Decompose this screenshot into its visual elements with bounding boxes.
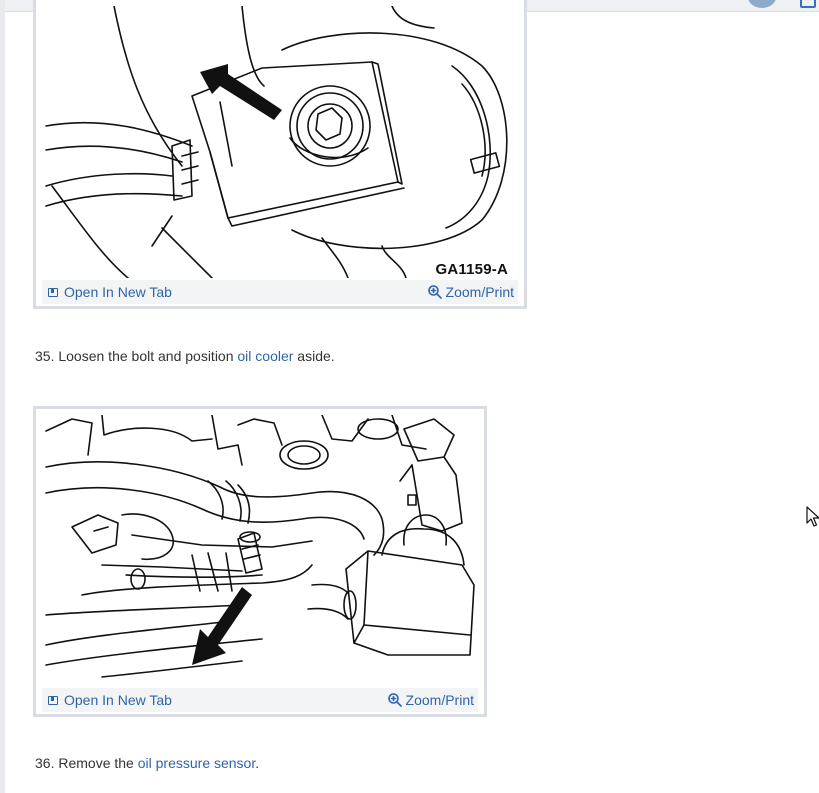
- zoom-print-label: Zoom/Print: [445, 284, 514, 300]
- oil-pressure-sensor-link[interactable]: oil pressure sensor: [138, 755, 256, 771]
- zoom-print-link[interactable]: Zoom/Print: [387, 692, 474, 708]
- figure-image[interactable]: [42, 6, 518, 278]
- step-text: Loosen the bolt and position: [58, 348, 238, 364]
- open-in-new-tab-label: Open In New Tab: [64, 692, 172, 708]
- open-in-new-tab-link[interactable]: Open In New Tab: [48, 284, 172, 300]
- figure-footer: Open In New Tab Zoom/Print: [42, 280, 518, 304]
- oil-cooler-bolt-illustration: [45, 6, 508, 278]
- zoom-print-link[interactable]: Zoom/Print: [427, 284, 514, 300]
- figure-image[interactable]: [42, 415, 478, 687]
- zoom-in-icon: [427, 285, 442, 299]
- open-in-new-tab-link[interactable]: Open In New Tab: [48, 692, 172, 708]
- step-text-end: .: [255, 755, 260, 771]
- figure-code-label: GA1159-A: [435, 261, 508, 278]
- oil-cooler-link[interactable]: oil cooler: [237, 348, 293, 364]
- left-edge-strip: [0, 0, 5, 793]
- instruction-step-35: 35. Loosen the bolt and position oil coo…: [35, 348, 335, 364]
- avatar[interactable]: [748, 0, 776, 8]
- figure-oil-pressure-sensor: Open In New Tab Zoom/Print: [33, 406, 487, 717]
- open-in-new-tab-label: Open In New Tab: [64, 284, 172, 300]
- figure-footer: Open In New Tab Zoom/Print: [42, 688, 478, 712]
- mouse-pointer-icon: [806, 506, 819, 527]
- zoom-in-icon: [387, 693, 402, 707]
- instruction-step-36: 36. Remove the oil pressure sensor.: [35, 755, 259, 771]
- step-text-end: aside.: [293, 348, 335, 364]
- oil-pressure-sensor-illustration: [45, 415, 475, 678]
- step-text: Remove the: [58, 755, 138, 771]
- open-new-tab-icon: [48, 287, 58, 297]
- step-number: 35.: [35, 348, 55, 364]
- toolbar-icon[interactable]: [800, 0, 816, 8]
- zoom-print-label: Zoom/Print: [405, 692, 474, 708]
- figure-oil-cooler-bolt: GA1159-A Open In New Tab Zoom/Print: [33, 0, 527, 309]
- open-new-tab-icon: [48, 695, 58, 705]
- step-number: 36.: [35, 755, 55, 771]
